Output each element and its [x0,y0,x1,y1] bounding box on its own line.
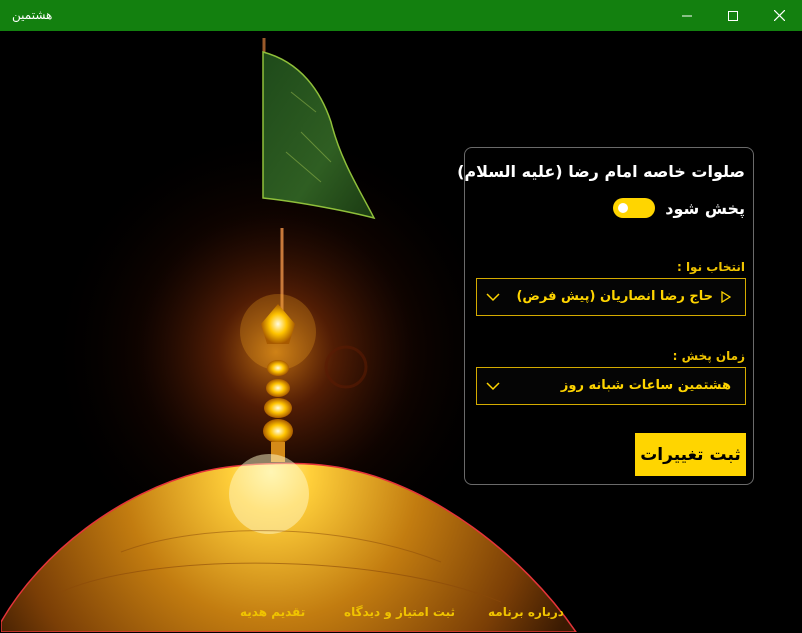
window-title: هشتمین [12,8,53,22]
toggle-knob [618,203,629,213]
play-icon [721,290,731,303]
minimize-icon [682,15,692,16]
play-toggle-label: پخش شود [665,198,745,218]
about-link[interactable]: درباره برنامه [488,605,564,619]
maximize-icon [728,10,738,21]
chevron-down-icon [486,382,500,391]
chevron-down-icon [486,293,500,302]
voice-label: انتخاب نوا : [676,260,745,274]
panel-heading: صلوات خاصه امام رضا (علیه السلام) [457,162,745,181]
settings-panel: صلوات خاصه امام رضا (علیه السلام) پخش شو… [457,147,754,485]
close-icon [773,10,785,21]
title-bar: هشتمین [0,0,802,31]
minimize-button[interactable] [664,0,710,31]
gift-link[interactable]: تقدیم هدیه [240,605,305,619]
play-toggle-switch[interactable] [613,198,656,218]
time-select[interactable]: هشتمین ساعات شبانه روز [476,367,746,405]
play-toggle-row: پخش شود [613,198,745,218]
maximize-button[interactable] [710,0,756,31]
close-button[interactable] [756,0,802,31]
voice-select-value-wrap: حاج رضا انصاریان (پیش فرض) [516,289,731,304]
rate-link[interactable]: ثبت امتیاز و دیدگاه [344,605,455,619]
time-selected-value: هشتمین ساعات شبانه روز [560,378,731,393]
voice-selected-value: حاج رضا انصاریان (پیش فرض) [516,289,713,304]
voice-select[interactable]: حاج رضا انصاریان (پیش فرض) [476,278,746,316]
save-changes-button[interactable]: ثبت تغییرات [635,433,746,476]
time-label: زمان پخش : [672,349,745,363]
